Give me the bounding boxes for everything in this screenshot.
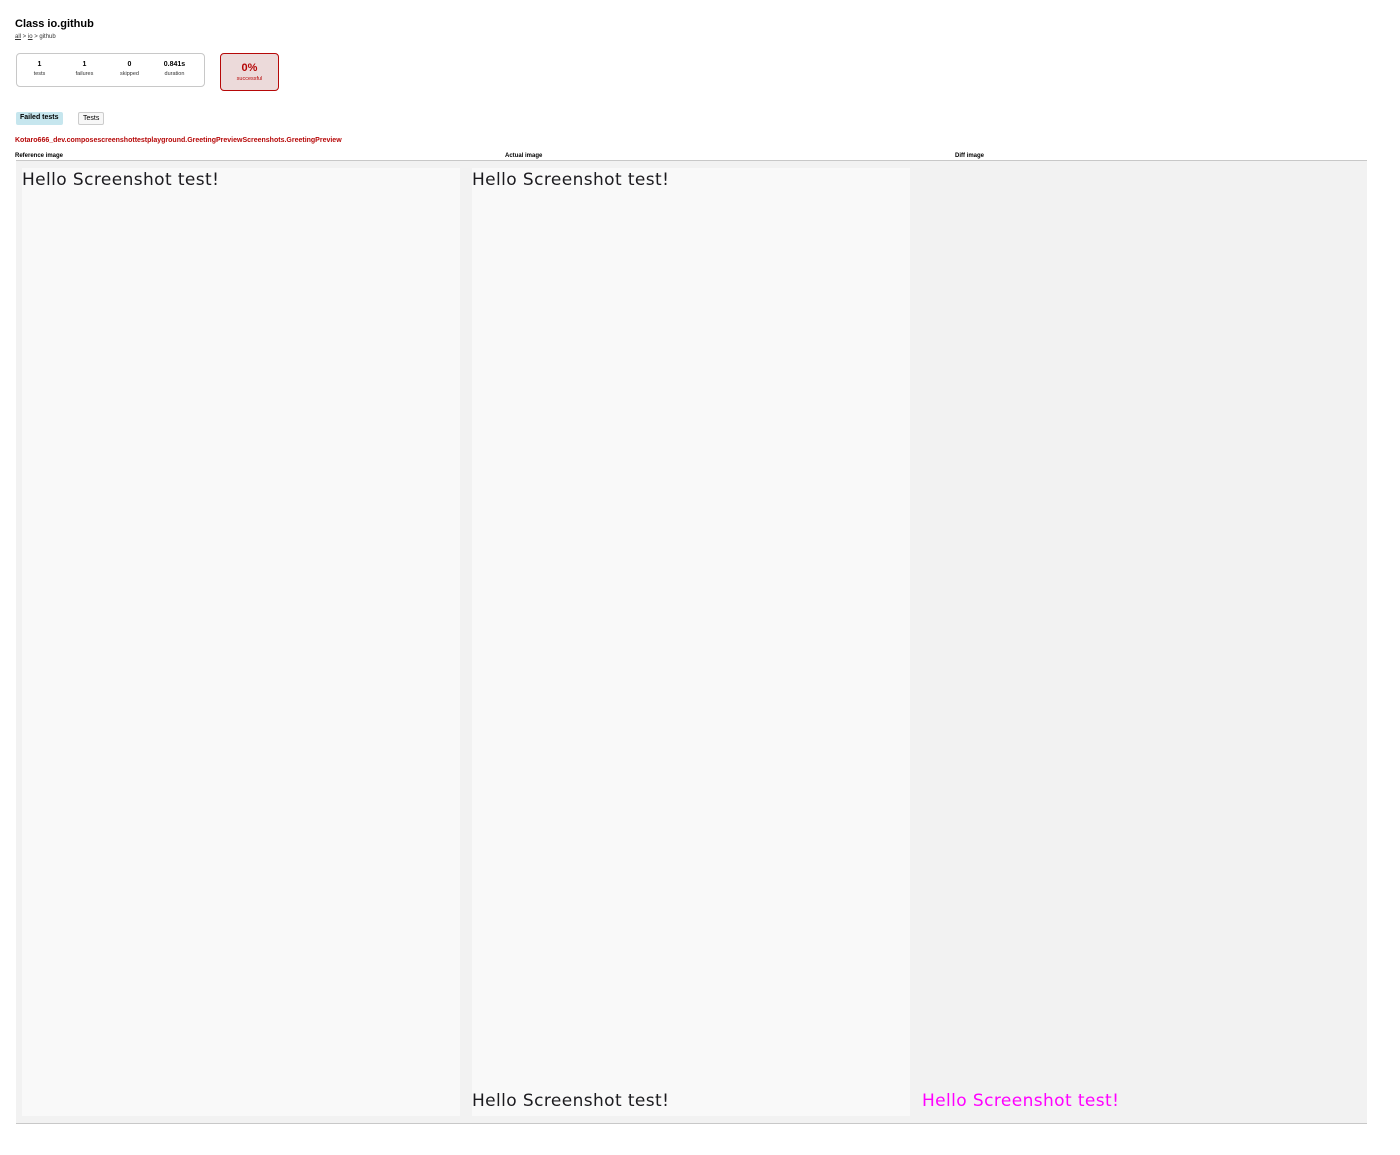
actual-greeting-text-top: Hello Screenshot test! (472, 170, 670, 190)
tests-label: tests (33, 71, 46, 77)
reference-image-header: Reference image (15, 153, 64, 159)
actual-greeting-text-bottom: Hello Screenshot test! (472, 1091, 670, 1111)
duration-value: 0.841s (163, 61, 186, 68)
diff-image: Hello Screenshot test! (922, 168, 1360, 1116)
diff-image-cell: Hello Screenshot test! (916, 161, 1367, 1123)
failures-count: 1 (82, 61, 87, 68)
success-rate-value: 0% (241, 62, 258, 74)
tab-tests[interactable]: Tests (78, 112, 105, 125)
image-comparison-table: Hello Screenshot test! Hello Screenshot … (16, 160, 1367, 1124)
skipped-counter: 0 skipped (107, 54, 152, 86)
reference-image: Hello Screenshot test! (22, 168, 460, 1116)
skipped-label: skipped (120, 71, 139, 77)
actual-image-cell: Hello Screenshot test! Hello Screenshot … (466, 161, 916, 1123)
skipped-count: 0 (127, 61, 132, 68)
failures-label: failures (75, 71, 94, 77)
breadcrumb-current: > github (32, 34, 56, 40)
reference-greeting-text: Hello Screenshot test! (22, 170, 220, 190)
diff-greeting-text: Hello Screenshot test! (922, 1091, 1120, 1111)
tests-count: 1 (37, 61, 42, 68)
tests-counter: 1 tests (17, 54, 62, 86)
tab-failed-tests[interactable]: Failed tests (16, 112, 63, 125)
success-rate-box: 0% successful (220, 53, 279, 91)
duration-label: duration (164, 71, 185, 77)
duration-counter: 0.841s duration (152, 54, 197, 86)
page-title: Class io.github (15, 18, 94, 30)
reference-image-cell: Hello Screenshot test! (16, 161, 466, 1123)
failed-test-name[interactable]: Kotaro666_dev.composescreenshottestplayg… (15, 137, 342, 144)
summary-box: 1 tests 1 failures 0 skipped 0.841s dura… (16, 53, 205, 87)
success-rate-label: successful (236, 76, 263, 82)
breadcrumb: all > io > github (15, 34, 56, 40)
diff-image-header: Diff image (955, 153, 985, 159)
actual-image-header: Actual image (505, 153, 543, 159)
failures-counter: 1 failures (62, 54, 107, 86)
breadcrumb-separator: > (21, 34, 28, 40)
actual-image: Hello Screenshot test! Hello Screenshot … (472, 168, 910, 1116)
